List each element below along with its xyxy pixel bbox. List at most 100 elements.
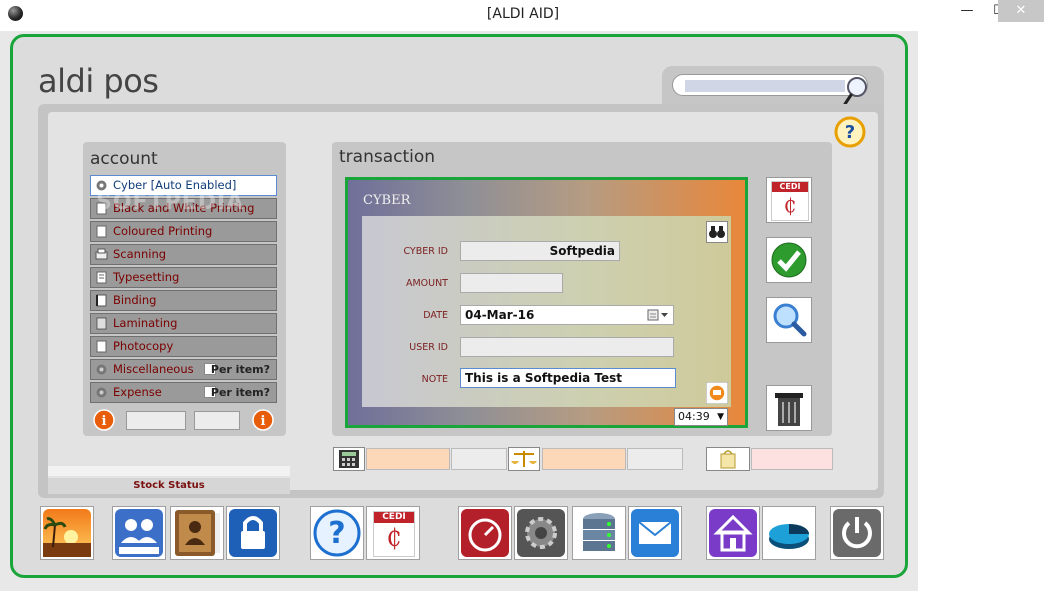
info-icon[interactable]: i [93,409,115,431]
balance-amount-box [542,448,626,470]
account-item-label: Photocopy [113,339,174,353]
per-item-label: Per item? [210,386,270,399]
svg-text:i: i [261,414,266,429]
account-item-label: Laminating [113,316,178,330]
note-label: NOTE [421,374,448,385]
window-title: [ALDI AID] [486,6,560,22]
house-icon [709,509,757,557]
account-total-box [126,411,186,430]
date-value: 04-Mar-16 [465,308,535,322]
amount-label: AMOUNT [405,278,448,289]
checkmark-icon [771,242,807,278]
svg-text:?: ? [328,516,345,551]
stock-status-button[interactable]: Stock Status [48,478,290,494]
app-logo: aldi pos [38,62,159,100]
confirm-button[interactable] [766,237,812,283]
binding-icon [96,294,107,307]
settings-button[interactable] [514,506,568,560]
chevron-down-icon: ▼ [717,412,724,422]
home-button[interactable] [706,506,760,560]
cedi-label: CEDI [374,512,414,523]
gear-icon [96,364,107,375]
per-item-label: Per item? [210,363,270,376]
help-button[interactable]: ? [310,506,364,560]
date-label: DATE [423,310,448,321]
help-icon[interactable]: ? [834,116,866,148]
user-id-label: USER ID [409,342,448,353]
question-icon: ? [313,509,361,557]
minimize-button[interactable]: — [952,0,982,22]
cedi-symbol: ₵ [783,193,797,217]
account-item-typesetting[interactable]: Typesetting [90,267,277,288]
document-icon [96,225,107,238]
calculator-icon[interactable] [333,447,365,471]
svg-text:?: ? [845,122,855,143]
speedometer-icon [461,509,509,557]
trash-icon [775,393,803,426]
account-item-expense[interactable]: Expense Per item? [90,382,277,403]
account-count-box [194,411,240,430]
account-item-binding[interactable]: Binding [90,290,277,311]
sales-amount-box [751,448,833,470]
dashboard-button[interactable] [458,506,512,560]
account-item-coloured-printing[interactable]: Coloured Printing [90,221,277,242]
database-icon [583,513,615,551]
laminate-icon [96,317,107,330]
contacts-button[interactable] [170,506,224,560]
binoculars-icon[interactable] [706,221,728,243]
users-icon [115,509,163,557]
cyber-id-field[interactable]: Softpedia [460,241,620,261]
cart-icon[interactable] [706,382,728,404]
sunset-beach-icon [43,509,91,557]
account-item-scanning[interactable]: Scanning [90,244,277,265]
lock-icon [229,509,277,557]
account-item-miscellaneous[interactable]: Miscellaneous Per item? [90,359,277,380]
time-selector[interactable]: 04:39 ▼ [674,408,728,426]
cyber-id-label: CYBER ID [403,246,448,257]
shopping-bag-icon[interactable] [706,447,750,471]
account-item-label: Coloured Printing [113,224,213,238]
document-icon [96,271,107,284]
document-icon [96,340,107,353]
power-icon [833,509,881,557]
email-button[interactable] [628,506,682,560]
transaction-heading: transaction [339,147,436,167]
total-amount-box [366,448,450,470]
search-input[interactable] [672,74,868,96]
gear-icon [517,509,565,557]
cedi-symbol: ₵ [386,524,402,552]
user-id-field[interactable] [460,337,674,357]
lock-button[interactable] [226,506,280,560]
watermark: SOFTPEDIA [96,190,245,215]
scanner-icon [95,248,108,260]
title-bar: [ALDI AID] — ☐ ✕ [0,0,1046,31]
pie-chart-icon [769,524,809,549]
power-button[interactable] [830,506,884,560]
reports-button[interactable] [762,506,816,560]
card-title: CYBER [363,193,411,208]
envelope-icon [631,509,679,557]
cedi-payment-button[interactable]: CEDI ₵ [766,177,812,223]
account-item-photocopy[interactable]: Photocopy [90,336,277,357]
info-icon[interactable]: i [252,409,274,431]
database-button[interactable] [572,506,626,560]
account-item-laminating[interactable]: Laminating [90,313,277,334]
stock-indicator [48,466,290,476]
amount-field[interactable] [460,273,563,293]
note-field[interactable]: This is a Softpedia Test [460,368,676,388]
balance-count-box [627,448,683,470]
users-button[interactable] [112,506,166,560]
gear-icon [96,387,107,398]
wallpaper-button[interactable] [40,506,94,560]
calendar-dropdown-icon[interactable] [647,309,669,321]
date-picker[interactable]: 04-Mar-16 [460,305,674,325]
close-button[interactable]: ✕ [998,0,1044,22]
time-value: 04:39 [678,410,710,423]
account-item-label: Scanning [113,247,167,261]
search-transaction-button[interactable] [766,297,812,343]
balance-scale-icon[interactable] [508,447,540,471]
delete-button[interactable] [766,385,812,431]
account-item-label: Miscellaneous [113,362,194,376]
cedi-button[interactable]: CEDI ₵ [366,506,420,560]
svg-text:i: i [102,414,107,429]
